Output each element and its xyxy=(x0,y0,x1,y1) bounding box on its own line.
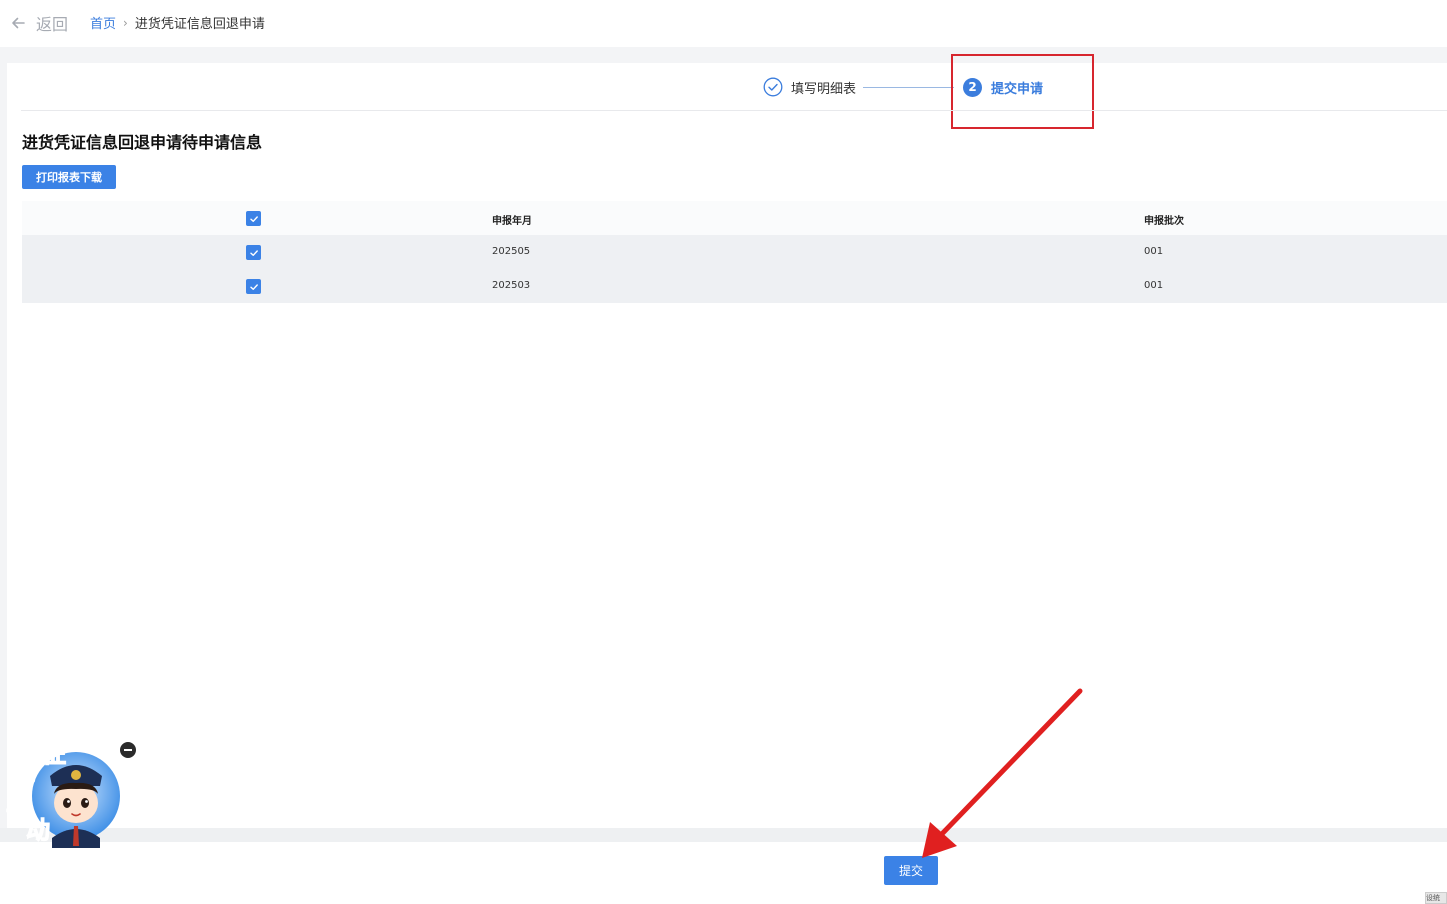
annotation-highlight-box xyxy=(951,54,1094,129)
table-header-row: 申报年月 申报批次 xyxy=(22,201,1447,235)
row-checkbox[interactable] xyxy=(246,245,261,260)
top-bar: 返回 首页 › 进货凭证信息回退申请 xyxy=(0,0,1447,47)
back-arrow-icon xyxy=(12,17,25,29)
mascot-char-2: 纳 xyxy=(12,758,36,786)
minus-icon xyxy=(124,749,132,751)
mascot-widget-icon[interactable]: 征 纳 互 动 xyxy=(4,736,129,851)
column-header-month: 申报年月 xyxy=(492,216,532,227)
mascot-minimize-button[interactable] xyxy=(120,742,136,758)
checkmark-icon xyxy=(249,249,258,256)
table-row: 202505 001 xyxy=(22,235,1447,269)
breadcrumb-home-link[interactable]: 首页 xyxy=(90,13,116,32)
divider xyxy=(21,110,1447,111)
row-batch-cell: 001 xyxy=(1144,280,1164,291)
submit-button[interactable]: 提交 xyxy=(884,856,938,885)
row-month-cell: 202505 xyxy=(492,246,531,257)
step-1-label: 填写明细表 xyxy=(791,81,857,97)
section-title: 进货凭证信息回退申请待申请信息 xyxy=(22,133,263,152)
mascot-char-3: 互 xyxy=(6,788,30,816)
main-panel: 填写明细表 2 提交申请 进货凭证信息回退申请待申请信息 打印报表下载 申报年月… xyxy=(7,54,1447,828)
row-month-cell: 202503 xyxy=(492,280,531,291)
step-connector xyxy=(863,86,955,88)
checkmark-icon xyxy=(249,283,258,290)
corner-mark: 设统 xyxy=(1425,892,1447,904)
mascot-char-1: 征 xyxy=(42,740,66,768)
print-report-download-button[interactable]: 打印报表下载 xyxy=(22,165,116,189)
back-label: 返回 xyxy=(36,15,69,34)
check-circle-icon xyxy=(763,77,783,97)
data-table: 申报年月 申报批次 202505 001 202503 001 xyxy=(22,201,1447,303)
back-button[interactable]: 返回 xyxy=(10,11,68,35)
select-all-checkbox[interactable] xyxy=(246,211,261,226)
column-header-batch: 申报批次 xyxy=(1144,216,1184,227)
row-checkbox[interactable] xyxy=(246,279,261,294)
checkmark-icon xyxy=(249,215,258,222)
footer-bar: 提交 设统 xyxy=(0,842,1447,904)
breadcrumb-current: 进货凭证信息回退申请 xyxy=(134,17,265,32)
mascot-char-4: 动 xyxy=(26,816,50,844)
row-batch-cell: 001 xyxy=(1144,246,1164,257)
table-row: 202503 001 xyxy=(22,269,1447,303)
breadcrumb: 首页 › 进货凭证信息回退申请 xyxy=(90,13,265,33)
footer-shade xyxy=(0,828,1447,842)
breadcrumb-separator: › xyxy=(123,15,128,30)
